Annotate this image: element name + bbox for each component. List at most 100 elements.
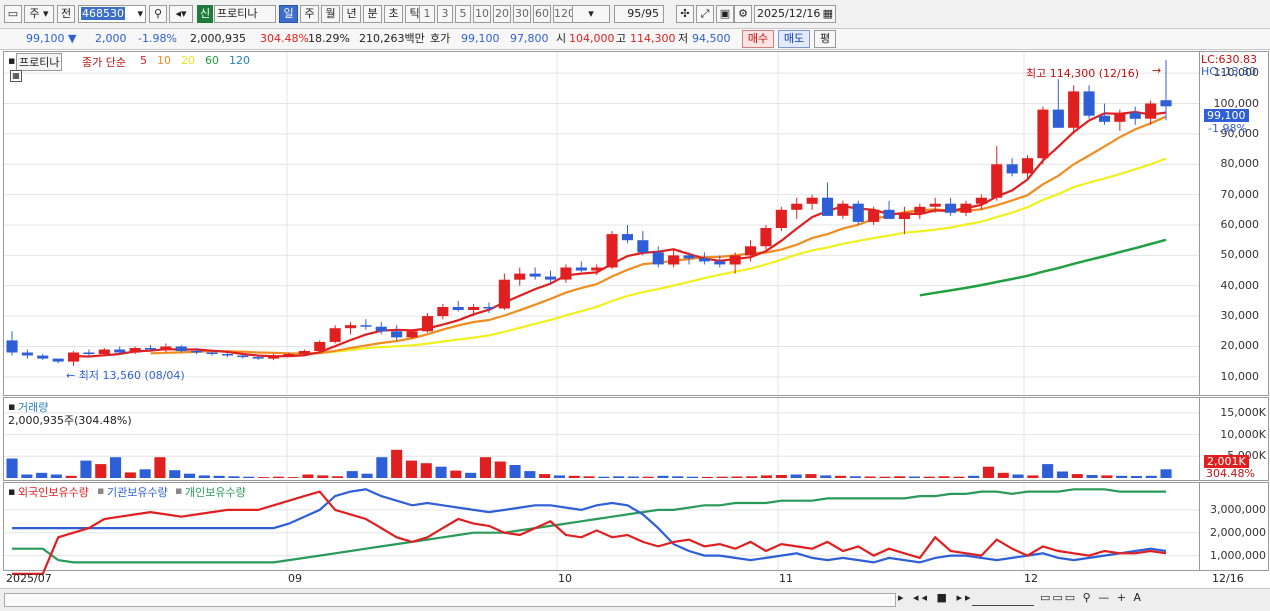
volume-tick-label: 10,000K [1220, 427, 1266, 441]
holdings-chart-svg [4, 483, 1199, 575]
candle-body [391, 331, 403, 338]
volume-bar [479, 457, 491, 478]
save-icon[interactable]: ▣ [716, 5, 734, 23]
ma-legend-0: 5 [140, 54, 147, 67]
candle-body [1114, 112, 1126, 122]
period-button-3[interactable]: 년 [342, 5, 361, 23]
search-icon[interactable]: ⚲ [149, 5, 167, 23]
candle-body [991, 164, 1003, 198]
volume-bar [835, 475, 847, 478]
volume-bar [672, 476, 684, 478]
buy-button[interactable]: 매수 [742, 30, 774, 48]
candle-body [575, 267, 587, 271]
period-button-4[interactable]: 분 [363, 5, 382, 23]
volume-bar [21, 474, 33, 478]
candle-body [314, 341, 326, 351]
volume-bar [391, 449, 403, 478]
holdings-panel[interactable]: ▪ 외국인보유수량 ▪ 기관보유수량 ▪ 개인보유수량 [3, 482, 1200, 575]
candle-body [822, 197, 834, 216]
price-tick-label: 20,000 [1220, 339, 1260, 353]
candle-body [129, 348, 141, 353]
count-field[interactable]: 95/95 [614, 5, 664, 23]
market-select[interactable]: 주 ▾ [24, 5, 54, 23]
minute-button-2[interactable]: 5 [455, 5, 471, 23]
minute-button-3[interactable]: 10 [473, 5, 491, 23]
minute-button-6[interactable]: 60 [533, 5, 551, 23]
volume-bar [613, 476, 625, 478]
candle-body [206, 352, 218, 354]
panel-menu-icon[interactable]: ▪ [8, 485, 15, 498]
candle-body [1145, 103, 1157, 119]
price-change-pct: -1.98% [138, 32, 177, 45]
minute-button-0[interactable]: 1 [419, 5, 435, 23]
panel-menu-icon[interactable]: ▪ [8, 54, 15, 67]
minute-custom-input[interactable]: ▾ [572, 5, 610, 23]
volume-bar [716, 476, 728, 478]
gear-icon[interactable]: ⚙ [734, 5, 752, 23]
candle-body [68, 352, 80, 362]
candle-body [237, 355, 249, 358]
candle-body [714, 261, 726, 265]
volume-bar [361, 473, 373, 478]
stock-code-input[interactable]: 468530 ▾ [78, 5, 146, 23]
avg-button[interactable]: 평 [814, 30, 836, 48]
legend-separator-icon: ▪ [175, 484, 183, 497]
last-price-tag: 99,100 [1204, 109, 1249, 122]
ma-legend-4: 120 [229, 54, 250, 67]
speaker-icon[interactable]: ◂▾ [169, 5, 193, 23]
playback-controls[interactable]: ▸ ◂◂ ■ ▸▸ [898, 591, 974, 604]
price-tick-label: 110,000 [1213, 66, 1260, 80]
bottom-scroll-bar: ▸ ◂◂ ■ ▸▸ ▭▭▭ ⚲ — + A [0, 588, 1270, 611]
period-button-5[interactable]: 초 [384, 5, 403, 23]
volume-panel[interactable]: ▪ 거래량 2,000,935주(304.48%) [3, 397, 1200, 481]
volume-info: 2,000,935주(304.48%) [8, 414, 132, 427]
x-axis-label: 11 [779, 572, 793, 585]
price-chart-panel[interactable]: ▪ 프로티나 종가 단순 5 10 20 60 120 ▦ 최고 114,300 (12… [3, 51, 1200, 396]
volume-bar [568, 475, 580, 478]
candle-body [6, 340, 18, 353]
volume-bar [346, 471, 358, 478]
sell-button[interactable]: 매도 [778, 30, 810, 48]
candle-body [868, 209, 880, 222]
legend-separator-icon: ▪ [97, 484, 105, 497]
layout-icon[interactable]: ▭ [4, 5, 22, 23]
volume-bar [761, 475, 773, 478]
crosshair-icon[interactable]: ✣ [676, 5, 694, 23]
volume-bar [95, 464, 107, 478]
period-button-0[interactable]: 일 [279, 5, 298, 23]
minute-button-1[interactable]: 3 [437, 5, 453, 23]
candle-body [529, 273, 541, 277]
zoom-slider[interactable] [972, 591, 1034, 606]
minute-button-5[interactable]: 30 [513, 5, 531, 23]
volume-bar [6, 458, 18, 478]
price-tick-label: 30,000 [1220, 309, 1260, 323]
chevron-down-icon: ▾ [137, 7, 143, 20]
table-icon[interactable]: ▦ [10, 70, 22, 82]
volume-bar [317, 475, 329, 478]
candle-body [898, 212, 910, 219]
minute-button-4[interactable]: 20 [493, 5, 511, 23]
period-button-1[interactable]: 주 [300, 5, 319, 23]
volume-bar [243, 476, 255, 478]
volume-bar [509, 465, 521, 478]
price-tick-label: 70,000 [1220, 187, 1260, 201]
date-field[interactable]: 2025/12/16 ▦ [754, 5, 836, 23]
holding-legend-2: 개인보유수량 [185, 486, 246, 499]
period-button-2[interactable]: 월 [321, 5, 340, 23]
holding-line-institution [12, 488, 1167, 564]
high-annotation: 최고 114,300 (12/16) [1026, 67, 1140, 80]
draw-icon[interactable]: ⤢ [696, 5, 714, 23]
market-label: 주 [29, 7, 40, 20]
volume-bar [1101, 475, 1113, 478]
prev-button[interactable]: 전 [57, 5, 75, 23]
open-label: 시 [556, 32, 567, 45]
count-total: /95 [641, 7, 659, 20]
candle-body [1068, 91, 1080, 128]
ask-label: 호가 [430, 32, 451, 45]
view-tools[interactable]: ▭▭▭ ⚲ — + A [1040, 591, 1143, 604]
horizontal-scrollbar[interactable] [4, 593, 896, 607]
volume-bar [36, 472, 48, 478]
volume-bar [997, 472, 1009, 478]
stock-name-field[interactable]: 프로티나 [214, 5, 276, 23]
volume-bar [1160, 469, 1172, 478]
